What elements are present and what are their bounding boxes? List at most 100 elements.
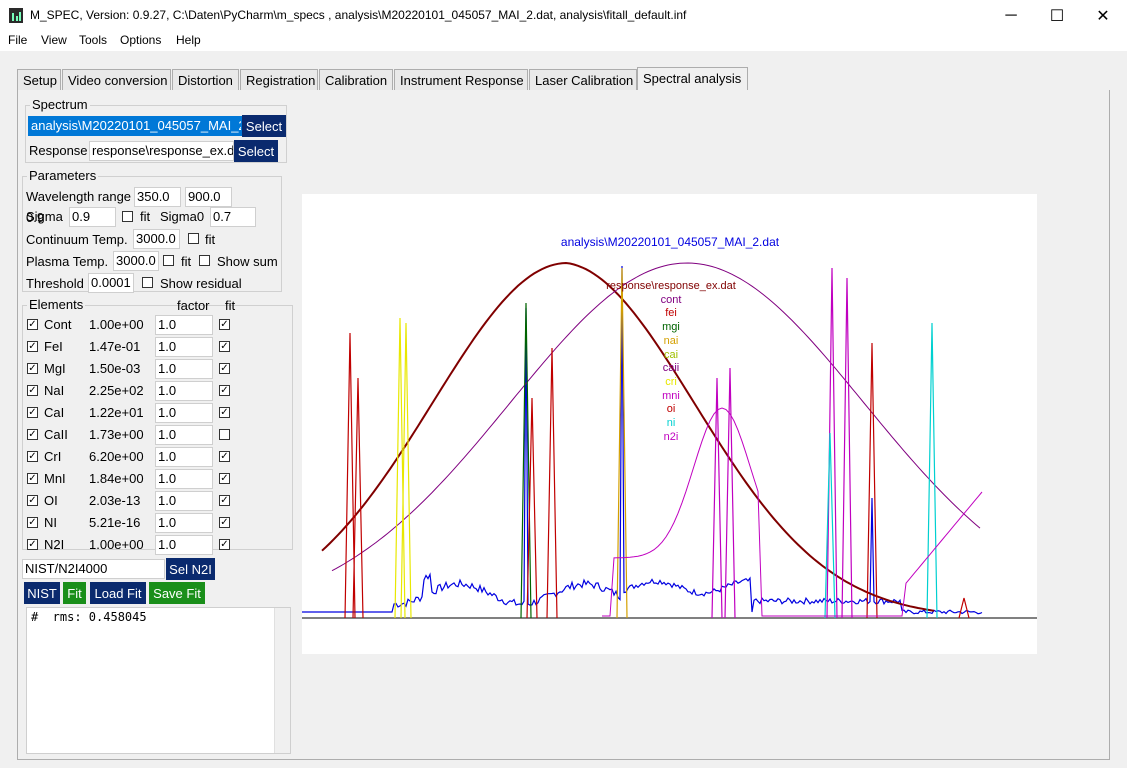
legend-entry: n2i — [663, 430, 679, 443]
element-factor-field[interactable]: 1.0 — [155, 469, 213, 489]
continuum-temp-fit-checkbox[interactable] — [188, 233, 199, 244]
element-fit-checkbox[interactable]: ✓ — [219, 517, 230, 528]
element-value: 6.20e+00 — [89, 449, 144, 464]
tab-calibration[interactable]: Calibration — [319, 69, 393, 90]
element-fit-checkbox[interactable]: ✓ — [219, 341, 230, 352]
spectrum-select-button[interactable]: Select — [242, 115, 286, 137]
emission-line-peak — [926, 322, 938, 619]
menu-tools[interactable]: Tools — [79, 33, 107, 47]
element-fit-checkbox[interactable] — [219, 429, 230, 440]
response-select-button[interactable]: Select — [234, 140, 278, 162]
emission-line-peak — [841, 277, 853, 619]
element-name: CaII — [44, 427, 68, 442]
element-enable-checkbox[interactable]: ✓ — [27, 429, 38, 440]
spectral-analysis-panel: Spectrum analysis\M20220101_045057_MAI_2… — [17, 90, 1110, 760]
wavelength-min-field[interactable]: 350.0 — [134, 187, 181, 207]
show-residual-label: Show residual — [160, 276, 242, 291]
element-factor-field[interactable]: 1.0 — [155, 535, 213, 555]
legend-entry: oi — [666, 403, 676, 416]
element-value: 1.73e+00 — [89, 427, 144, 442]
tab-distortion[interactable]: Distortion — [172, 69, 239, 90]
show-residual-checkbox[interactable] — [142, 277, 153, 288]
element-enable-checkbox[interactable]: ✓ — [27, 385, 38, 396]
fit-output-textbox[interactable]: # rms: 0.458045 — [26, 607, 291, 754]
save-fit-button[interactable]: Save Fit — [149, 582, 205, 604]
element-enable-checkbox[interactable]: ✓ — [27, 319, 38, 330]
tab-laser-calibration[interactable]: Laser Calibration — [529, 69, 637, 90]
element-enable-checkbox[interactable]: ✓ — [27, 407, 38, 418]
element-factor-field[interactable]: 1.0 — [155, 403, 213, 423]
tab-video-conversion[interactable]: Video conversion — [62, 69, 171, 90]
tab-setup[interactable]: Setup — [17, 69, 61, 90]
continuum-temp-field[interactable]: 3000.0 — [133, 229, 180, 249]
legend-entry: ni — [666, 417, 676, 429]
fit-button[interactable]: Fit — [63, 582, 86, 604]
element-fit-checkbox[interactable]: ✓ — [219, 495, 230, 506]
minimize-button[interactable]: ─ — [988, 0, 1034, 31]
output-scrollbar[interactable] — [274, 608, 290, 753]
element-factor-field[interactable]: 1.0 — [155, 359, 213, 379]
element-factor-field[interactable]: 1.0 — [155, 381, 213, 401]
element-name: NaI — [44, 383, 65, 398]
element-factor-field[interactable]: 1.0 — [155, 447, 213, 467]
plasma-temp-fit-checkbox[interactable] — [163, 255, 174, 266]
element-enable-checkbox[interactable]: ✓ — [27, 517, 38, 528]
rms-output-text: # rms: 0.458045 — [31, 610, 147, 624]
element-factor-field[interactable]: 1.0 — [155, 425, 213, 445]
sigma0-field[interactable]: 0.7 — [210, 207, 256, 227]
sigma-fit-checkbox[interactable] — [122, 211, 133, 222]
element-factor-field[interactable]: 1.0 — [155, 337, 213, 357]
menu-view[interactable]: View — [41, 33, 67, 47]
show-sum-label: Show sum — [217, 254, 278, 269]
plasma-temp-label: Plasma Temp. — [26, 254, 109, 269]
element-name: CaI — [44, 405, 65, 420]
sel-n2i-button[interactable]: Sel N2I — [166, 558, 215, 580]
menu-options[interactable]: Options — [120, 33, 161, 47]
tab-instrument-response[interactable]: Instrument Response — [394, 69, 528, 90]
element-enable-checkbox[interactable]: ✓ — [27, 539, 38, 550]
menu-file[interactable]: File — [8, 33, 27, 47]
sigma-field[interactable]: 0.9 — [69, 207, 116, 227]
element-fit-checkbox[interactable]: ✓ — [219, 363, 230, 374]
emission-line-peak — [958, 597, 970, 619]
legend-entry: nai — [663, 334, 679, 347]
element-enable-checkbox[interactable]: ✓ — [27, 451, 38, 462]
legend-entry: cont — [660, 293, 682, 306]
nist-file-field[interactable]: NIST/N2I4000 — [22, 559, 165, 579]
element-enable-checkbox[interactable]: ✓ — [27, 473, 38, 484]
load-fit-button[interactable]: Load Fit — [90, 582, 146, 604]
element-fit-checkbox[interactable]: ✓ — [219, 539, 230, 550]
spectrum-plot[interactable]: analysis\M20220101_045057_MAI_2.dat resp… — [302, 194, 1037, 654]
legend-entry: cri — [665, 375, 677, 388]
nist-button[interactable]: NIST — [24, 582, 60, 604]
element-enable-checkbox[interactable]: ✓ — [27, 363, 38, 374]
element-fit-checkbox[interactable]: ✓ — [219, 319, 230, 330]
response-file-field[interactable]: response\response_ex.dat — [89, 141, 234, 161]
close-button[interactable]: ✕ — [1080, 0, 1126, 31]
element-fit-checkbox[interactable]: ✓ — [219, 473, 230, 484]
element-enable-checkbox[interactable]: ✓ — [27, 495, 38, 506]
continuum-curve — [331, 262, 981, 572]
sigma-fit-label: fit — [140, 209, 151, 224]
element-factor-field[interactable]: 1.0 — [155, 491, 213, 511]
element-value: 1.50e-03 — [89, 361, 141, 376]
element-name: Cont — [44, 317, 72, 332]
element-fit-checkbox[interactable]: ✓ — [219, 385, 230, 396]
show-sum-checkbox[interactable] — [199, 255, 210, 266]
spectrum-file-field[interactable]: analysis\M20220101_045057_MAI_2.dat — [28, 116, 242, 136]
emission-line-peak — [546, 347, 558, 619]
tab-registration[interactable]: Registration — [240, 69, 318, 90]
wavelength-max-field[interactable]: 900.0 — [185, 187, 232, 207]
element-fit-checkbox[interactable]: ✓ — [219, 451, 230, 462]
menu-help[interactable]: Help — [176, 33, 201, 47]
element-factor-field[interactable]: 1.0 — [155, 315, 213, 335]
maximize-button[interactable]: ☐ — [1034, 0, 1080, 31]
sigma-label: Sigma — [26, 209, 63, 224]
element-enable-checkbox[interactable]: ✓ — [27, 341, 38, 352]
factor-header: factor — [177, 298, 210, 313]
tab-spectral-analysis[interactable]: Spectral analysis — [637, 67, 748, 91]
threshold-field[interactable]: 0.0001 — [88, 273, 134, 293]
plasma-temp-field[interactable]: 3000.0 — [113, 251, 159, 271]
element-fit-checkbox[interactable]: ✓ — [219, 407, 230, 418]
element-factor-field[interactable]: 1.0 — [155, 513, 213, 533]
